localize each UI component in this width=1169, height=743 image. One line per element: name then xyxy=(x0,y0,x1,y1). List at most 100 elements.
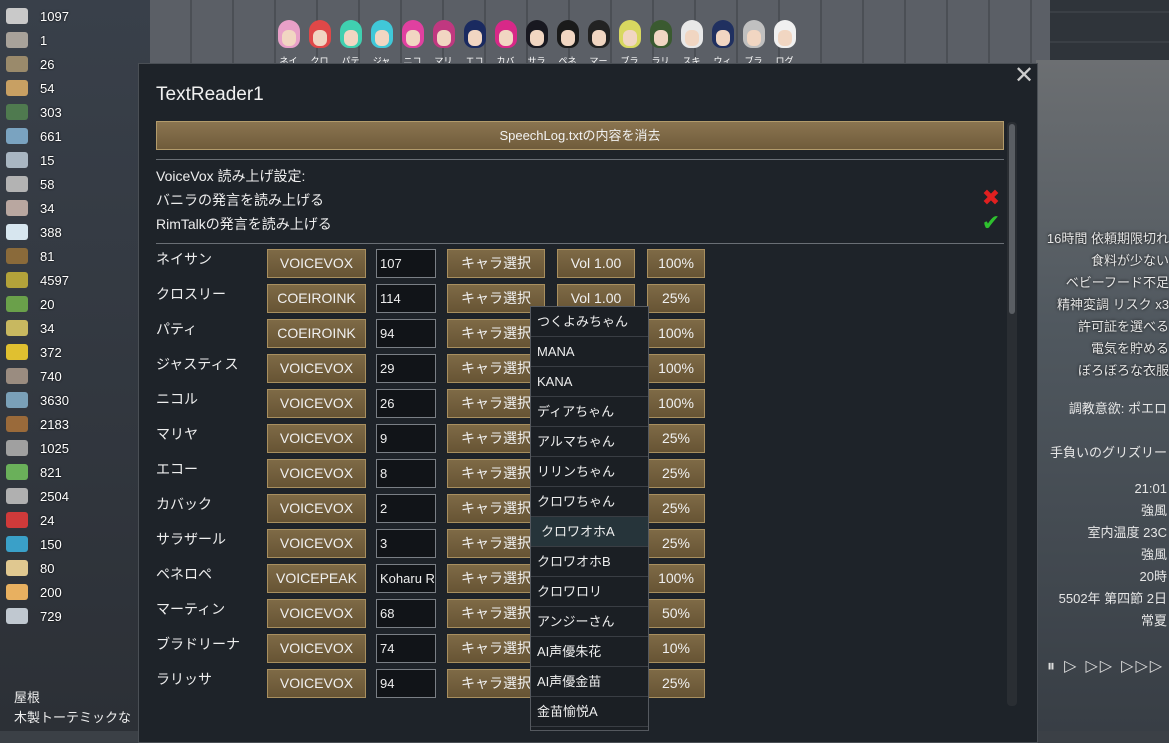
speaker-id-input[interactable]: 9 xyxy=(376,424,436,453)
speaker-id-input[interactable]: 68 xyxy=(376,599,436,628)
resource-item[interactable]: 661 xyxy=(6,124,136,148)
dropdown-option[interactable]: MANA xyxy=(531,337,648,367)
close-icon[interactable]: ✕ xyxy=(1013,63,1035,87)
colonist-portrait[interactable]: クロ xyxy=(305,18,334,67)
colonist-portrait[interactable]: スキ xyxy=(677,18,706,67)
colonist-portrait[interactable]: エコ xyxy=(460,18,489,67)
resource-item[interactable]: 20 xyxy=(6,292,136,316)
resource-item[interactable]: 2504 xyxy=(6,484,136,508)
resource-item[interactable]: 740 xyxy=(6,364,136,388)
dropdown-option[interactable]: つくよみちゃん xyxy=(531,307,648,337)
engine-button[interactable]: VOICEVOX xyxy=(267,249,366,278)
colonist-portrait[interactable]: ニコ xyxy=(398,18,427,67)
alert-item[interactable]: 電気を貯める xyxy=(1037,338,1169,360)
dropdown-option[interactable]: クロワオホB xyxy=(531,547,648,577)
rate-button[interactable]: 100% xyxy=(647,564,705,593)
alert-item[interactable]: 精神変調 リスク x3 xyxy=(1037,294,1169,316)
rate-button[interactable]: 50% xyxy=(647,599,705,628)
colonist-portrait[interactable]: パテ xyxy=(336,18,365,67)
colonist-portrait[interactable]: ペネ xyxy=(553,18,582,67)
rimtalk-toggle-icon[interactable]: ✔ xyxy=(980,213,1002,235)
speaker-id-input[interactable]: 94 xyxy=(376,319,436,348)
engine-button[interactable]: VOICEVOX xyxy=(267,669,366,698)
resource-item[interactable]: 4597 xyxy=(6,268,136,292)
resource-item[interactable]: 34 xyxy=(6,316,136,340)
engine-button[interactable]: VOICEVOX xyxy=(267,389,366,418)
resource-item[interactable]: 1097 xyxy=(6,4,136,28)
training-label[interactable]: 調教意欲: ポエロ xyxy=(1037,398,1167,420)
engine-button[interactable]: VOICEPEAK xyxy=(267,564,366,593)
resource-item[interactable]: 303 xyxy=(6,100,136,124)
dropdown-option[interactable]: アルマちゃん xyxy=(531,427,648,457)
rate-button[interactable]: 25% xyxy=(647,669,705,698)
alert-item[interactable]: 16時間 依頼期限切れ xyxy=(1037,228,1169,250)
speaker-id-input[interactable]: 26 xyxy=(376,389,436,418)
dropdown-option[interactable]: クロワちゃん xyxy=(531,487,648,517)
resource-item[interactable]: 1025 xyxy=(6,436,136,460)
engine-button[interactable]: COEIROINK xyxy=(267,319,366,348)
engine-button[interactable]: VOICEVOX xyxy=(267,424,366,453)
dropdown-option[interactable]: アンジーさん xyxy=(531,607,648,637)
dropdown-option[interactable]: ディアちゃん xyxy=(531,397,648,427)
engine-button[interactable]: VOICEVOX xyxy=(267,494,366,523)
alert-item[interactable]: ぼろぼろな衣服 xyxy=(1037,360,1169,382)
engine-button[interactable]: VOICEVOX xyxy=(267,599,366,628)
resource-item[interactable]: 58 xyxy=(6,172,136,196)
colonist-portrait[interactable]: ネイ xyxy=(274,18,303,67)
dropdown-option[interactable]: KANA xyxy=(531,367,648,397)
rate-button[interactable]: 25% xyxy=(647,529,705,558)
dropdown-option[interactable]: クロワロリ xyxy=(531,577,648,607)
rate-button[interactable]: 10% xyxy=(647,634,705,663)
rate-button[interactable]: 100% xyxy=(647,389,705,418)
resource-item[interactable]: 54 xyxy=(6,76,136,100)
engine-button[interactable]: VOICEVOX xyxy=(267,459,366,488)
rate-button[interactable]: 25% xyxy=(647,284,705,313)
colonist-portrait[interactable]: ジャ xyxy=(367,18,396,67)
dropdown-option[interactable]: 金苗愉悦A xyxy=(531,697,648,727)
speaker-id-input[interactable]: 114 xyxy=(376,284,436,313)
rate-button[interactable]: 100% xyxy=(647,354,705,383)
colonist-portrait[interactable]: ログ xyxy=(770,18,799,67)
resource-item[interactable]: 200 xyxy=(6,580,136,604)
speaker-id-input[interactable]: 107 xyxy=(376,249,436,278)
rate-button[interactable]: 25% xyxy=(647,459,705,488)
engine-button[interactable]: COEIROINK xyxy=(267,284,366,313)
clear-log-button[interactable]: SpeechLog.txtの内容を消去 xyxy=(156,121,1004,150)
dropdown-option[interactable]: リリンちゃん xyxy=(531,457,648,487)
speaker-id-input[interactable]: 94 xyxy=(376,669,436,698)
dropdown-option[interactable]: AI声優朱花 xyxy=(531,637,648,667)
vanilla-toggle-icon[interactable]: ✖ xyxy=(980,188,1002,210)
colonist-portrait[interactable]: カバ xyxy=(491,18,520,67)
resource-item[interactable]: 729 xyxy=(6,604,136,628)
resource-item[interactable]: 821 xyxy=(6,460,136,484)
resource-item[interactable]: 15 xyxy=(6,148,136,172)
alert-item[interactable]: ベビーフード不足 xyxy=(1037,272,1169,294)
engine-button[interactable]: VOICEVOX xyxy=(267,354,366,383)
colonist-portrait[interactable]: マリ xyxy=(429,18,458,67)
grizzly-label[interactable]: 手負いのグリズリー xyxy=(1037,442,1167,464)
dropdown-option[interactable]: 金苗愉悦B xyxy=(531,727,648,730)
resource-item[interactable]: 81 xyxy=(6,244,136,268)
resource-item[interactable]: 1 xyxy=(6,28,136,52)
resource-item[interactable]: 24 xyxy=(6,508,136,532)
scrollbar-thumb[interactable] xyxy=(1009,124,1015,314)
colonist-portrait[interactable]: ウィ xyxy=(708,18,737,67)
speaker-id-input[interactable]: 74 xyxy=(376,634,436,663)
engine-button[interactable]: VOICEVOX xyxy=(267,634,366,663)
resource-item[interactable]: 150 xyxy=(6,532,136,556)
character-select-button[interactable]: キャラ選択 xyxy=(447,249,545,278)
alert-item[interactable]: 食料が少ない xyxy=(1037,250,1169,272)
volume-button[interactable]: Vol 1.00 xyxy=(557,249,635,278)
resource-item[interactable]: 388 xyxy=(6,220,136,244)
colonist-portrait[interactable]: サラ xyxy=(522,18,551,67)
speed-controls[interactable]: ⏸ ▷ ▷▷ ▷▷▷ xyxy=(1047,656,1169,676)
colonist-portrait[interactable]: ラリ xyxy=(646,18,675,67)
speaker-id-input[interactable]: 8 xyxy=(376,459,436,488)
speaker-id-input[interactable]: Koharu Ri xyxy=(376,564,436,593)
resource-item[interactable]: 2183 xyxy=(6,412,136,436)
rate-button[interactable]: 100% xyxy=(647,249,705,278)
speaker-id-input[interactable]: 29 xyxy=(376,354,436,383)
colonist-portrait[interactable]: ブラ xyxy=(739,18,768,67)
resource-item[interactable]: 372 xyxy=(6,340,136,364)
dropdown-option[interactable]: クロワオホA xyxy=(531,517,648,547)
